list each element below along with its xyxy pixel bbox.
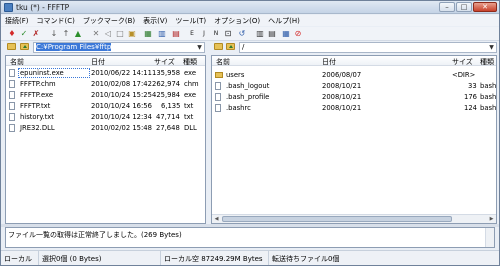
detail-view-icon[interactable]: ▤ — [267, 29, 277, 39]
remote-folder-icon[interactable] — [214, 43, 223, 50]
upload-icon[interactable]: ↑ — [61, 29, 71, 39]
connect-icon[interactable]: ♦ — [7, 29, 17, 39]
file-icon — [9, 91, 15, 99]
kanji-none-icon[interactable]: N — [211, 29, 221, 39]
download-icon[interactable]: ↓ — [49, 29, 59, 39]
remote-path-text: / — [242, 43, 245, 51]
kana-icon[interactable]: ⊡ — [223, 29, 233, 39]
local-up-folder-icon[interactable] — [20, 43, 29, 50]
menu-command[interactable]: コマンド(C) — [33, 15, 79, 26]
log-pane[interactable]: ファイル一覧の取得は正常終了しました。(269 Bytes) — [5, 227, 495, 248]
title-bar: tku (*) - FFFTP – □ ✕ — [1, 1, 499, 14]
remote-up-folder-icon[interactable] — [226, 43, 235, 50]
status-selected: 選択0個 (0 Bytes) — [39, 251, 161, 265]
status-local: ローカル — [1, 251, 39, 265]
ffftp-window: tku (*) - FFFTP – □ ✕ 接続(F) コマンド(C) ブックマ… — [0, 0, 500, 266]
scroll-left-icon[interactable]: ◀ — [212, 215, 221, 223]
remote-path-input[interactable]: / ▼ — [239, 42, 497, 53]
chevron-down-icon[interactable]: ▼ — [195, 43, 204, 52]
menu-options[interactable]: オプション(O) — [210, 15, 264, 26]
binary-mode-icon[interactable]: ▦ — [143, 29, 153, 39]
file-icon — [9, 80, 15, 88]
quick-connect-icon[interactable]: ✓ — [19, 29, 29, 39]
close-button[interactable]: ✕ — [473, 2, 497, 12]
local-column-header: 名前 日付 サイズ 種類 — [6, 56, 205, 66]
col-size[interactable]: サイズ — [154, 57, 175, 67]
remote-horizontal-scrollbar[interactable]: ◀ ▶ — [212, 214, 496, 223]
col-date[interactable]: 日付 — [322, 57, 336, 67]
maximize-button[interactable]: □ — [456, 2, 472, 12]
table-row[interactable]: .bash_profile 2008/10/21 176 bash_p — [212, 92, 496, 102]
remote-path-bar: / ▼ — [211, 42, 497, 54]
file-icon — [9, 113, 15, 121]
toolbar: ♦ ✓ ✗ ↓ ↑ ▲ ✕ ◁ □ ▣ ▦ ▥ ▤ E J N ⊡ ↺ ▥ ▤ … — [1, 27, 499, 41]
local-file-pane[interactable]: 名前 日付 サイズ 種類 epuninst.exe 2010/06/22 14:… — [5, 55, 206, 224]
file-icon — [215, 104, 221, 112]
stop-icon[interactable]: ⊘ — [293, 29, 303, 39]
menu-tools[interactable]: ツール(T) — [171, 15, 210, 26]
col-kind[interactable]: 種類 — [480, 57, 494, 67]
chevron-down-icon[interactable]: ▼ — [487, 43, 496, 52]
refresh-local-icon[interactable]: ▣ — [127, 29, 137, 39]
table-row[interactable]: history.txt 2010/10/24 12:34 47,714 txt — [6, 112, 205, 122]
kanji-jis-icon[interactable]: J — [199, 29, 209, 39]
disconnect-icon[interactable]: ✗ — [31, 29, 41, 39]
table-row[interactable]: FFFTP.txt 2010/10/24 16:56 6,135 txt — [6, 101, 205, 111]
status-bar: ローカル 選択0個 (0 Bytes) ローカル空 87249.29M Byte… — [1, 250, 499, 265]
menu-connect[interactable]: 接続(F) — [1, 15, 33, 26]
local-path-input[interactable]: C:¥Program Files¥fftp ▼ — [33, 42, 205, 53]
refresh-icon[interactable]: ▦ — [281, 29, 291, 39]
text-mode-icon[interactable]: ▥ — [157, 29, 167, 39]
file-icon — [9, 102, 15, 110]
file-icon — [215, 93, 221, 101]
remote-column-header: 名前 日付 サイズ 種類 — [212, 56, 496, 66]
file-icon — [215, 82, 221, 90]
table-row[interactable]: .bashrc 2008/10/21 124 bashrc — [212, 103, 496, 113]
table-row[interactable]: users 2006/08/07 <DIR> — [212, 70, 496, 80]
col-date[interactable]: 日付 — [91, 57, 105, 67]
rename-icon[interactable]: ◁ — [103, 29, 113, 39]
scroll-right-icon[interactable]: ▶ — [487, 215, 496, 223]
table-row[interactable]: JRE32.DLL 2010/02/02 15:48 27,648 DLL — [6, 123, 205, 133]
scroll-thumb[interactable] — [222, 216, 452, 222]
local-path-bar: C:¥Program Files¥fftp ▼ — [1, 42, 206, 54]
mirror-upload-icon[interactable]: ▲ — [73, 29, 83, 39]
col-kind[interactable]: 種類 — [183, 57, 197, 67]
menu-bar: 接続(F) コマンド(C) ブックマーク(B) 表示(V) ツール(T) オプシ… — [1, 15, 499, 26]
local-path-text: C:¥Program Files¥fftp — [36, 43, 112, 51]
table-row[interactable]: FFFTP.exe 2010/10/24 15:25 425,984 exe — [6, 90, 205, 100]
remote-file-pane[interactable]: 名前 日付 サイズ 種類 users 2006/08/07 <DIR> .bas… — [211, 55, 497, 224]
table-row[interactable]: .bash_logout 2008/10/21 33 bash_l — [212, 81, 496, 91]
menu-bookmark[interactable]: ブックマーク(B) — [79, 15, 139, 26]
status-free-space: ローカル空 87249.29M Bytes — [161, 251, 269, 265]
log-scrollbar[interactable] — [485, 228, 494, 247]
file-icon — [9, 69, 15, 77]
mkdir-icon[interactable]: □ — [115, 29, 125, 39]
file-icon — [9, 124, 15, 132]
menu-help[interactable]: ヘルプ(H) — [264, 15, 304, 26]
list-view-icon[interactable]: ▥ — [255, 29, 265, 39]
auto-mode-icon[interactable]: ▤ — [171, 29, 181, 39]
sync-icon[interactable]: ↺ — [237, 29, 247, 39]
local-folder-icon[interactable] — [7, 43, 16, 50]
menu-view[interactable]: 表示(V) — [139, 15, 171, 26]
log-message: ファイル一覧の取得は正常終了しました。(269 Bytes) — [8, 231, 182, 239]
window-title: tku (*) - FFFTP — [16, 3, 70, 12]
table-row[interactable]: epuninst.exe 2010/06/22 14:11 135,958 ex… — [6, 68, 205, 78]
delete-icon[interactable]: ✕ — [91, 29, 101, 39]
kanji-euc-icon[interactable]: E — [187, 29, 197, 39]
col-name[interactable]: 名前 — [216, 57, 230, 67]
table-row[interactable]: FFFTP.chm 2010/02/08 17:42 262,974 chm — [6, 79, 205, 89]
col-name[interactable]: 名前 — [10, 57, 24, 67]
minimize-button[interactable]: – — [439, 2, 455, 12]
status-queue: 転送待ちファイル0個 — [272, 255, 340, 263]
folder-icon — [215, 72, 223, 78]
col-size[interactable]: サイズ — [452, 57, 473, 67]
ffftp-app-icon — [4, 3, 13, 12]
